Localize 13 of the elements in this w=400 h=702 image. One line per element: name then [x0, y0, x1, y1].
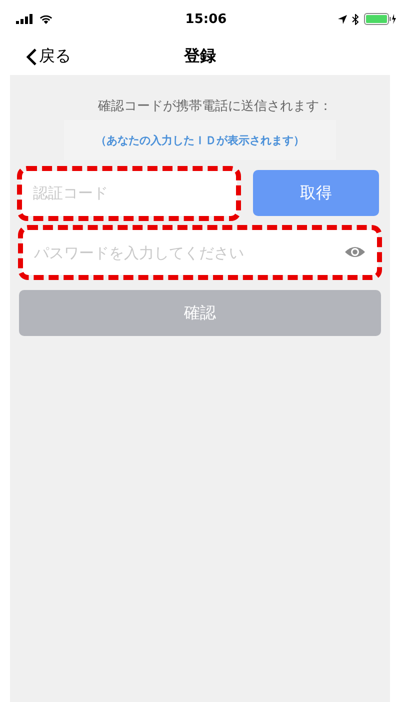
back-button[interactable]: 戻る	[24, 44, 73, 69]
status-time: 15:06	[185, 12, 227, 26]
id-hint-text: （あなたの入力したＩＤが表示されます）	[96, 132, 304, 148]
signal-icon	[16, 14, 34, 24]
chevron-left-icon	[26, 48, 37, 66]
bluetooth-icon	[352, 14, 359, 24]
wifi-icon	[39, 14, 53, 24]
eye-icon[interactable]	[344, 245, 366, 259]
battery-icon	[364, 13, 396, 25]
get-code-button[interactable]: 取得	[253, 170, 379, 216]
notice-text: 確認コードが携帯電話に送信されます：	[97, 98, 333, 115]
page-title: 登録	[184, 46, 216, 67]
location-icon	[338, 14, 347, 24]
